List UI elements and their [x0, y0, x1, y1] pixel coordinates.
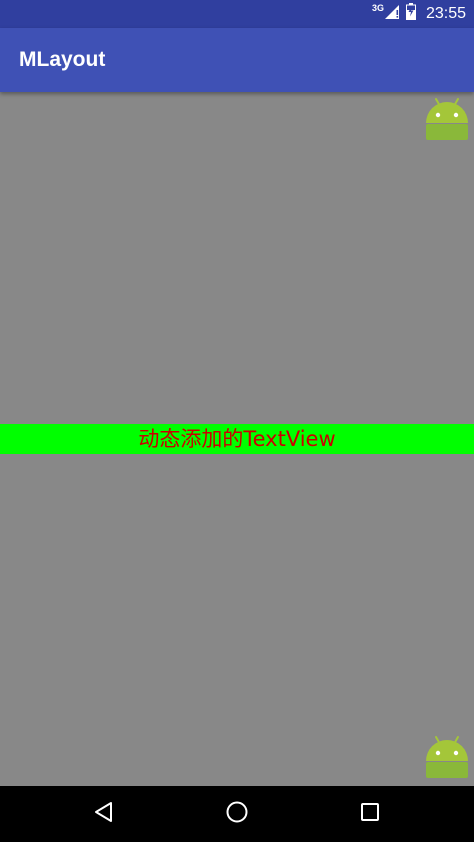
status-clock: 23:55 — [425, 5, 466, 22]
signal-icon — [384, 4, 400, 25]
nav-home-button[interactable] — [221, 798, 253, 830]
phone-screen: 3G 23:55 MLayout 动态添加的TextView — [0, 0, 474, 842]
battery-icon — [405, 3, 416, 25]
home-circle-icon — [225, 800, 249, 829]
back-triangle-icon — [93, 801, 115, 828]
recents-square-icon — [360, 802, 380, 827]
dynamic-textview: 动态添加的TextView — [0, 424, 474, 454]
status-icons: 3G 23:55 — [372, 0, 466, 28]
network-type-label: 3G — [371, 3, 384, 13]
nav-back-button[interactable] — [88, 798, 120, 830]
status-bar: 3G 23:55 — [0, 0, 474, 28]
app-toolbar: MLayout — [0, 28, 474, 92]
nav-recents-button[interactable] — [354, 798, 386, 830]
navigation-bar — [0, 786, 474, 842]
android-robot-icon — [424, 96, 470, 144]
custom-layout-container: 动态添加的TextView — [0, 92, 474, 786]
android-robot-icon — [424, 734, 470, 782]
app-title: MLayout — [19, 48, 106, 71]
